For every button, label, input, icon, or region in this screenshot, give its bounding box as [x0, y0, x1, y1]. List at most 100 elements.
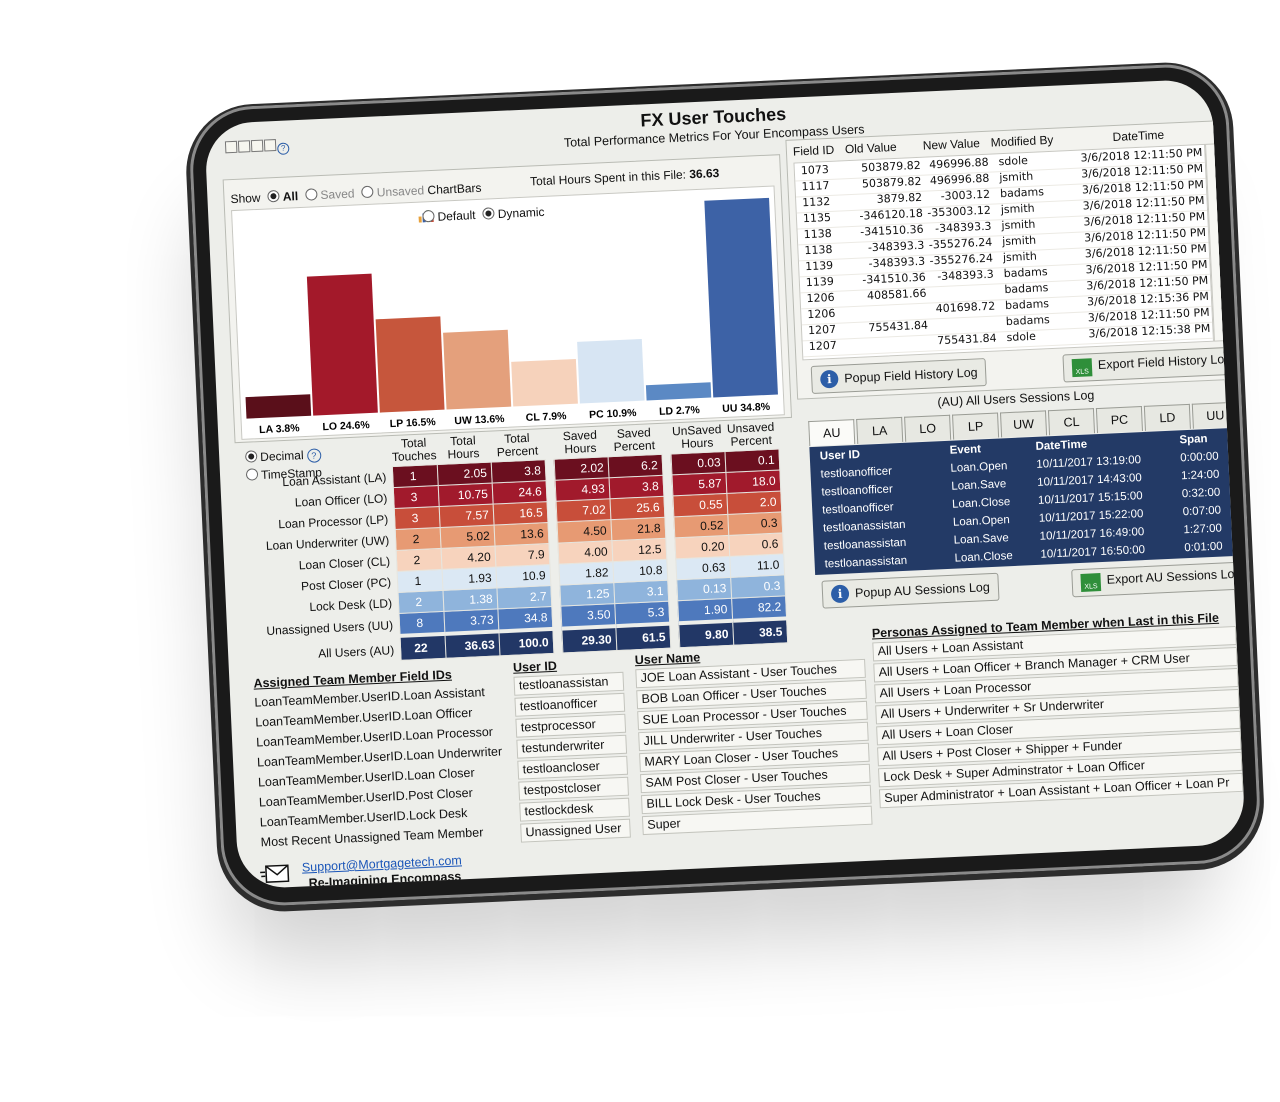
metrics-header: Saved Hours	[562, 427, 598, 457]
radio-unsaved[interactable]	[361, 185, 375, 199]
bar-label-uw: UW 13.6%	[454, 413, 505, 427]
metrics-cell: 22	[400, 633, 446, 660]
metrics-cell: 38.5	[732, 618, 788, 645]
field-history-cell: 1138	[803, 226, 832, 242]
field-history-cell: -346120.18	[859, 206, 924, 223]
field-history-cell: badams	[1004, 297, 1050, 313]
metrics-cell: 6.2	[607, 454, 663, 478]
metrics-cell: 9.80	[678, 620, 734, 648]
export-sessions-button[interactable]: XLSExport AU Sessions Log	[1071, 561, 1246, 598]
tab-pc[interactable]: PC	[1095, 406, 1143, 434]
popup-sessions-button[interactable]: i Popup AU Sessions Log	[821, 572, 1000, 609]
metrics-cell: 10.75	[437, 483, 493, 507]
metrics-cell: 36.63	[444, 631, 500, 658]
tab-au[interactable]: AU	[808, 419, 856, 447]
field-history-cell: 755431.84	[868, 318, 929, 335]
metrics-cell: 11.0	[729, 553, 785, 578]
metrics-cell: 3.8	[490, 459, 546, 484]
sessions-cell: 0:01:00	[1184, 540, 1223, 555]
user-id-item: testunderwriter	[516, 734, 628, 759]
user-name-list: JOE Loan Assistant - User Touches BOB Loa…	[635, 658, 873, 837]
radio-saved[interactable]	[305, 188, 318, 201]
metrics-cell: 0.6	[728, 532, 784, 557]
metrics-cell: 5.87	[671, 472, 727, 496]
metrics-cell: 4.50	[556, 519, 612, 544]
tab-cl[interactable]: CL	[1047, 408, 1096, 436]
popup-sessions-label: Popup AU Sessions Log	[854, 580, 991, 601]
field-history-column-header: Old Value	[844, 139, 897, 157]
chart-panel: Show All Saved Unsaved ChartBars Total H…	[222, 154, 793, 444]
metrics-cell: 3.1	[613, 580, 669, 604]
export-field-history-button[interactable]: XLSExport Field History Log	[1062, 346, 1241, 383]
sessions-cell: Loan.Open	[952, 514, 1011, 529]
field-history-cell: sdole	[998, 153, 1029, 169]
field-history-cell: jsmith	[1001, 233, 1037, 249]
tab-uw[interactable]: UW	[999, 410, 1048, 438]
field-history-cell: jsmith	[1001, 217, 1036, 233]
bar-ld	[645, 382, 712, 401]
metrics-cell: 1	[392, 464, 438, 488]
field-history-cell: jsmith	[999, 169, 1034, 185]
tab-uu[interactable]: UU	[1191, 401, 1239, 429]
radio-all[interactable]	[267, 189, 281, 203]
metrics-cell: 0.55	[672, 493, 728, 517]
total-hours-label: Total Hours Spent in this File:	[529, 167, 687, 189]
field-history-cell: 3/6/2018 12:11:50 PM	[1080, 146, 1203, 165]
field-history-cell: -348393.3	[934, 219, 992, 236]
field-history-column-header: Modified By	[990, 132, 1054, 150]
metrics-cell: 61.5	[615, 623, 671, 651]
bar-lp	[375, 316, 445, 413]
app-window: ? FX User Touches Total Performance Metr…	[218, 83, 1246, 889]
xls-icon: XLS	[1080, 573, 1102, 592]
sessions-cell: testloanofficer	[821, 483, 894, 499]
metrics-cell: 3	[393, 485, 439, 509]
tab-la[interactable]: LA	[856, 416, 904, 444]
field-history-cell: 1207	[808, 338, 838, 354]
metrics-cell: 12.5	[611, 538, 667, 562]
metrics-cell: 3.8	[608, 475, 664, 499]
field-ids-list: LoanTeamMember.UserID.Loan Assistant Loan…	[254, 681, 506, 852]
metrics-cell: 2.02	[553, 456, 609, 481]
bar-label-lp: LP 16.5%	[390, 416, 437, 430]
bar-label-la: LA 3.8%	[259, 422, 301, 436]
field-history-cell: jsmith	[1000, 201, 1035, 217]
user-id-item: testpostcloser	[518, 776, 629, 801]
radio-default-label: Default	[437, 208, 476, 224]
field-history-cell: 408581.66	[866, 286, 927, 303]
tab-lo[interactable]: LO	[904, 414, 952, 442]
bar-la	[245, 394, 312, 419]
metrics-cell: 2	[395, 527, 441, 551]
user-name-title: User Name	[634, 650, 701, 668]
metrics-cell: 1.38	[442, 587, 498, 612]
bar-label-cl: CL 7.9%	[526, 410, 568, 424]
user-id-item: testloanofficer	[514, 692, 626, 717]
metrics-cell: 0.20	[674, 535, 730, 559]
info-icon: i	[830, 584, 850, 604]
field-history-cell: 496996.88	[928, 155, 989, 172]
sessions-cell: 0:07:00	[1182, 504, 1222, 519]
metrics-cell: 4.00	[557, 540, 613, 565]
metrics-cell: 2	[396, 548, 442, 572]
popup-field-history-button[interactable]: i Popup Field History Log	[810, 358, 988, 394]
metrics-cell: 10.8	[612, 559, 668, 583]
field-history-cell: -341510.36	[862, 270, 927, 287]
user-id-item: testloancloser	[517, 755, 629, 780]
metrics-cell: 5.3	[614, 601, 670, 627]
metrics-cell: 0.1	[724, 449, 780, 473]
sessions-column-header: Event	[949, 443, 982, 457]
field-history-cell: 1139	[805, 274, 835, 290]
bar-cl	[511, 358, 578, 407]
metrics-cell: 3	[394, 506, 440, 530]
sessions-cell: testloanofficer	[820, 465, 893, 481]
metrics-cell: 1.82	[558, 561, 614, 586]
bar-label-lo: LO 24.6%	[322, 419, 370, 433]
tab-lp[interactable]: LP	[952, 412, 1000, 440]
metrics-cell: 1.93	[441, 566, 497, 591]
total-hours: Total Hours Spent in this File: 36.63	[530, 166, 720, 189]
metrics-cell: 21.8	[610, 517, 666, 541]
tab-ld[interactable]: LD	[1143, 403, 1191, 431]
field-history-cell: badams	[999, 185, 1045, 201]
metrics-cell: 16.5	[492, 501, 548, 526]
radio-dynamic[interactable]	[482, 207, 496, 220]
metrics-cell: 8	[398, 611, 445, 636]
